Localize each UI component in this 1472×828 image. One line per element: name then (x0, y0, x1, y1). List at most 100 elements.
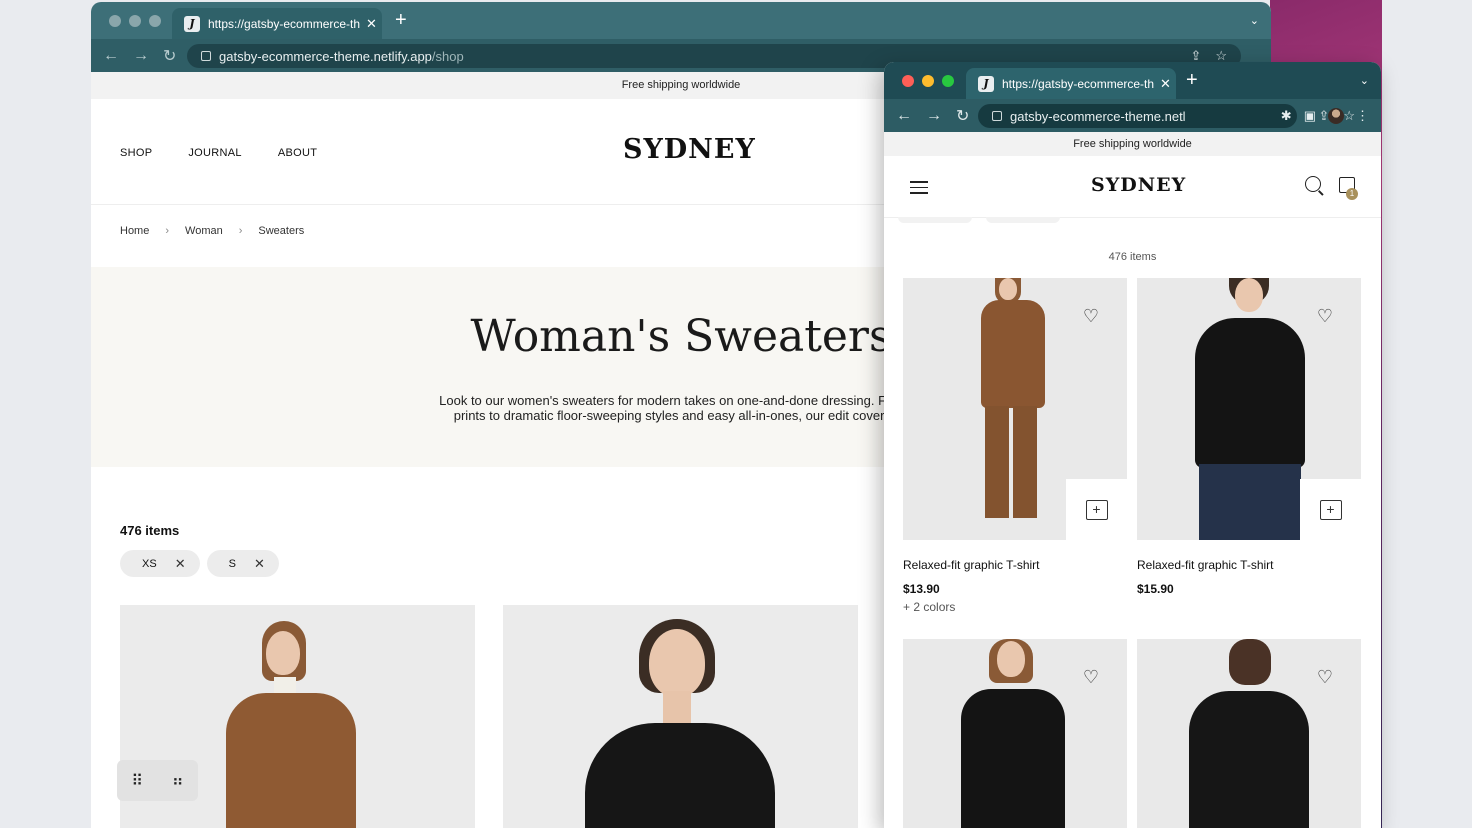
grid-icon[interactable]: ⠶ (172, 771, 184, 791)
menu-icon[interactable]: ⋮ (1356, 108, 1369, 124)
floating-toolbar[interactable]: ⠿ ⠶ (117, 760, 198, 801)
forward-icon[interactable]: → (926, 107, 942, 125)
product-name[interactable]: Relaxed-fit graphic T-shirt (903, 558, 1040, 572)
product-card-image[interactable]: ♡ + (903, 278, 1127, 540)
browser-window-front[interactable]: J https://gatsby-ecommerce-theme.netlify… (884, 62, 1381, 828)
add-to-bag-icon: + (1085, 499, 1108, 520)
heart-icon[interactable]: ♡ (1083, 667, 1099, 688)
product-name[interactable]: Relaxed-fit graphic T-shirt (1137, 558, 1274, 572)
site-logo[interactable]: SYDNEY (623, 134, 756, 165)
chevron-right-icon: › (238, 225, 243, 237)
breadcrumb-home[interactable]: Home (120, 225, 149, 237)
breadcrumb-woman[interactable]: Woman (185, 225, 223, 237)
product-price: $13.90 (903, 582, 940, 596)
product-price: $15.90 (1137, 582, 1174, 596)
heart-icon[interactable]: ♡ (1083, 306, 1099, 327)
add-to-bag-icon: + (1319, 499, 1342, 520)
extension-icon[interactable]: ✱ (1281, 108, 1292, 124)
tab-shop[interactable]: J https://gatsby-ecommerce-theme.netlify… (172, 8, 382, 39)
product-card-image[interactable] (503, 605, 858, 828)
chevron-down-icon[interactable]: ⌄ (1250, 14, 1259, 27)
profile-icon[interactable] (1328, 107, 1344, 124)
product-photo-face (999, 278, 1017, 300)
product-photo-top (961, 689, 1065, 828)
nav-shop[interactable]: SHOP (120, 147, 152, 159)
product-photo-jacket (981, 300, 1045, 408)
product-photo-leg (1013, 406, 1037, 518)
product-photo-face (1235, 278, 1263, 312)
reload-icon[interactable]: ↻ (956, 106, 969, 126)
window-controls[interactable] (902, 75, 954, 87)
lock-icon[interactable] (992, 111, 1002, 121)
product-colors: + 2 colors (903, 600, 956, 614)
add-to-bag-button[interactable]: + (1300, 479, 1361, 540)
tab-bar: J https://gatsby-ecommerce-theme.netlify… (91, 2, 1271, 39)
product-card-image[interactable]: ♡ + (1137, 278, 1361, 540)
search-icon[interactable] (1305, 176, 1321, 192)
heart-icon[interactable]: ♡ (1317, 306, 1333, 327)
shop-page-mobile: Free shipping worldwide SYDNEY 1 476 ite… (884, 132, 1381, 828)
active-filters: XS ✕ S ✕ (120, 550, 279, 577)
breadcrumb-sweaters: Sweaters (258, 225, 305, 237)
promo-banner: Free shipping worldwide (884, 132, 1381, 156)
product-photo-jeans (1199, 464, 1301, 540)
filter-chip-s[interactable]: S ✕ (206, 550, 279, 577)
site-logo[interactable]: SYDNEY (1091, 174, 1186, 196)
favicon-icon: J (184, 15, 200, 32)
filter-chips-scrolled (898, 217, 1060, 223)
toolbar: ← → ↻ gatsby-ecommerce-theme.netl ⇪ ☆ ✱ … (884, 99, 1381, 132)
filter-chip-label: XS (142, 557, 157, 570)
chevron-right-icon: › (165, 225, 170, 237)
close-window-button[interactable] (902, 75, 914, 87)
add-to-bag-button[interactable]: + (1066, 479, 1127, 540)
product-card-image[interactable]: ♡ (903, 639, 1127, 828)
back-icon[interactable]: ← (896, 107, 912, 125)
navigation-buttons: ← → ↻ (896, 99, 969, 132)
filter-chip-xs[interactable]: XS ✕ (120, 550, 200, 577)
product-photo-jacket (226, 693, 356, 828)
zoom-window-button[interactable] (942, 75, 954, 87)
product-card-image[interactable]: ♡ (1137, 639, 1361, 828)
extension-toolbar: ✱ ▣ ⋮ (1281, 99, 1369, 132)
tab-shop-mobile[interactable]: J https://gatsby-ecommerce-theme.netlify… (966, 68, 1176, 99)
zoom-window-button[interactable] (149, 15, 161, 27)
item-count: 476 items (1108, 251, 1157, 263)
chevron-down-icon[interactable]: ⌄ (1360, 74, 1369, 87)
navigation-buttons: ← → ↻ (103, 39, 176, 72)
description-line-1: Look to our women's sweaters for modern … (439, 393, 923, 408)
tab-title: https://gatsby-ecommerce-theme.netlify.a… (1002, 76, 1154, 91)
product-photo-sweater (585, 723, 775, 828)
site-header: SYDNEY 1 (884, 156, 1381, 218)
description-line-2: prints to dramatic floor-sweeping styles… (453, 408, 909, 423)
close-icon[interactable]: ✕ (366, 16, 377, 32)
lock-icon[interactable] (201, 51, 211, 61)
new-tab-button[interactable]: + (395, 10, 407, 30)
category-description: Look to our women's sweaters for modern … (403, 393, 959, 423)
sidebar-icon[interactable]: ▣ (1304, 108, 1316, 124)
close-icon[interactable]: ✕ (1160, 76, 1171, 92)
item-count: 476 items (120, 523, 180, 538)
nav-journal[interactable]: JOURNAL (188, 147, 241, 159)
address-bar[interactable]: gatsby-ecommerce-theme.netl ⇪ ☆ (978, 104, 1355, 128)
nav-about[interactable]: ABOUT (278, 147, 317, 159)
window-controls[interactable] (109, 15, 161, 27)
breadcrumb: Home › Woman › Sweaters (120, 225, 304, 237)
product-photo-sweater (1195, 318, 1305, 468)
new-tab-button[interactable]: + (1186, 70, 1198, 90)
product-photo-sweater (1189, 691, 1309, 828)
drag-handle-icon[interactable]: ⠿ (131, 771, 143, 791)
close-icon[interactable]: ✕ (175, 556, 186, 572)
close-window-button[interactable] (109, 15, 121, 27)
forward-icon[interactable]: → (133, 47, 149, 65)
close-icon[interactable]: ✕ (254, 556, 265, 572)
tab-bar: J https://gatsby-ecommerce-theme.netlify… (884, 62, 1381, 99)
back-icon[interactable]: ← (103, 47, 119, 65)
product-photo-face (1229, 639, 1271, 685)
product-photo-face (266, 631, 300, 675)
minimize-window-button[interactable] (129, 15, 141, 27)
main-nav: SHOP JOURNAL ABOUT (120, 147, 317, 159)
reload-icon[interactable]: ↻ (163, 46, 176, 66)
minimize-window-button[interactable] (922, 75, 934, 87)
heart-icon[interactable]: ♡ (1317, 667, 1333, 688)
hamburger-icon[interactable] (910, 181, 928, 194)
